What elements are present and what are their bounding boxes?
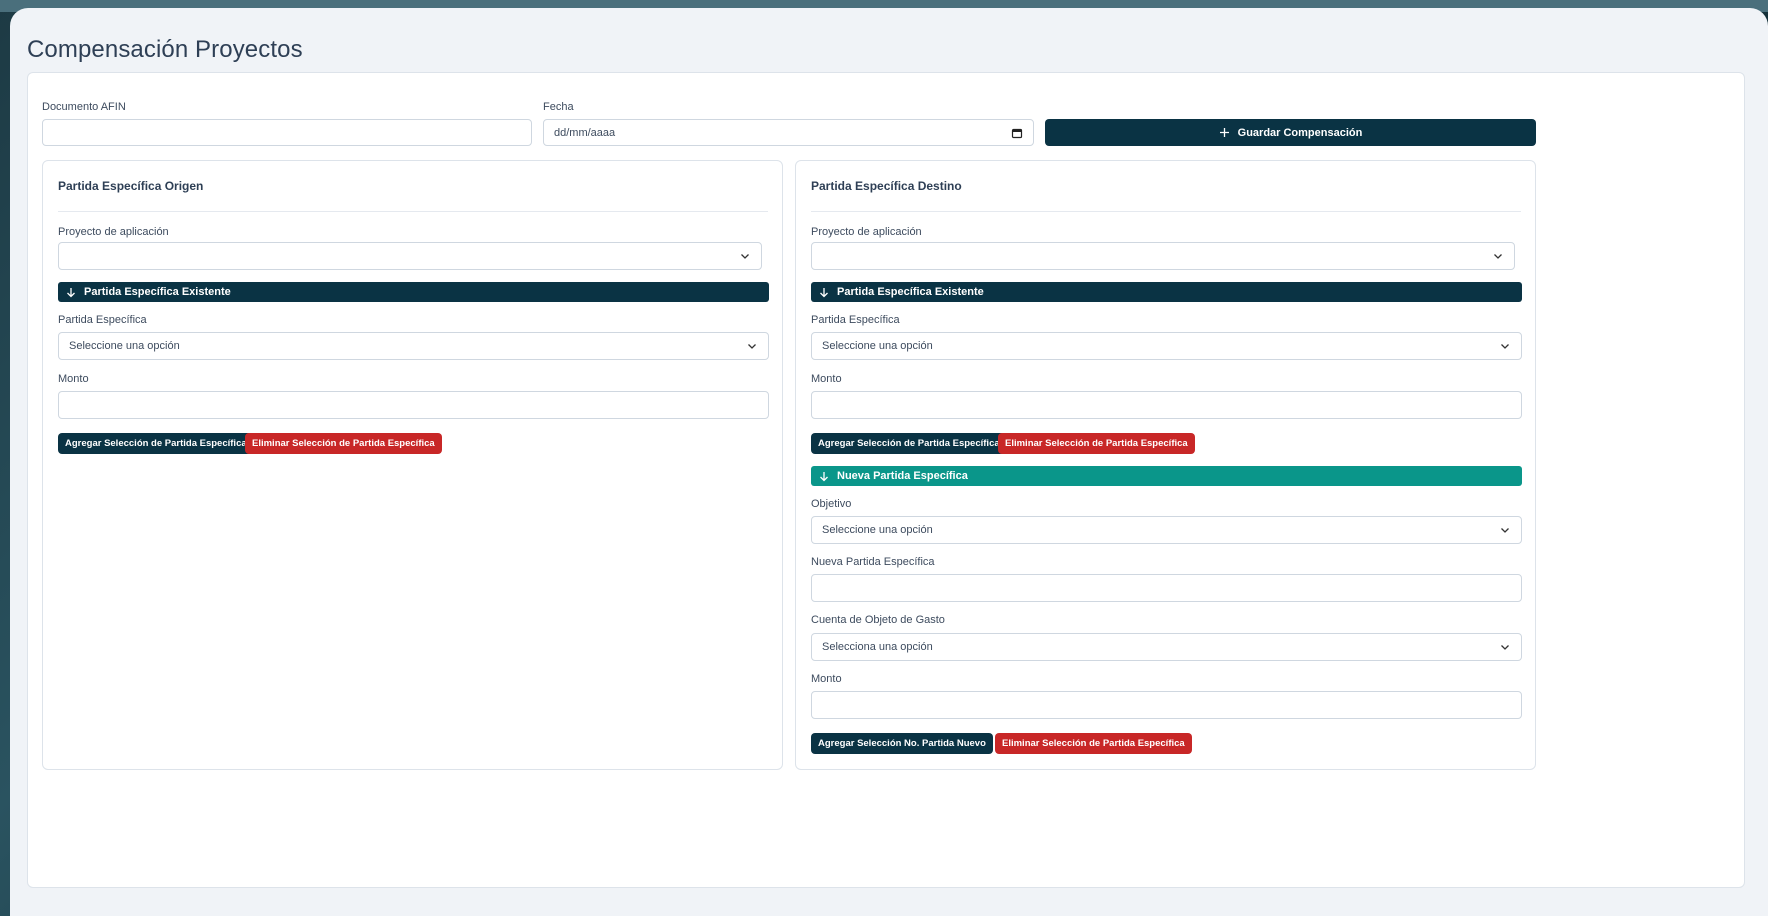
destino-partida-select[interactable]: Seleccione una opción: [811, 332, 1522, 360]
origen-panel: Partida Específica Origen Proyecto de ap…: [42, 160, 783, 770]
destino-nueva-partida-label: Nueva Partida Específica: [811, 556, 935, 568]
origen-partida-select[interactable]: Seleccione una opción: [58, 332, 769, 360]
chevron-down-icon: [748, 344, 756, 349]
destino-title: Partida Específica Destino: [811, 179, 962, 193]
origen-eliminar-button[interactable]: Eliminar Selección de Partida Específica: [245, 433, 442, 454]
destino-proyecto-select[interactable]: [811, 242, 1515, 270]
origen-existente-bar[interactable]: Partida Específica Existente: [58, 282, 769, 302]
documento-afin-label: Documento AFIN: [42, 101, 126, 113]
plus-icon: [1219, 128, 1229, 137]
arrow-down-icon: [67, 287, 75, 297]
origen-agregar-button[interactable]: Agregar Selección de Partida Específica: [58, 433, 254, 454]
chevron-down-icon: [1501, 528, 1509, 533]
destino-eliminar2-button[interactable]: Eliminar Selección de Partida Específica: [995, 733, 1192, 754]
chevron-down-icon: [741, 254, 749, 259]
destino-monto-input[interactable]: [811, 391, 1522, 419]
origen-monto-input[interactable]: [58, 391, 769, 419]
destino-objetivo-value: Seleccione una opción: [822, 524, 933, 536]
origen-partida-label: Partida Específica: [58, 314, 147, 326]
origen-existente-label: Partida Específica Existente: [84, 286, 231, 298]
guardar-compensacion-button[interactable]: Guardar Compensación: [1045, 119, 1536, 146]
destino-cuenta-value: Selecciona una opción: [822, 641, 933, 653]
destino-monto2-label: Monto: [811, 673, 842, 685]
arrow-down-icon: [820, 287, 828, 297]
documento-afin-input[interactable]: [42, 119, 532, 146]
destino-divider: [811, 211, 1521, 212]
destino-cuenta-label: Cuenta de Objeto de Gasto: [811, 614, 945, 626]
origen-divider: [58, 211, 768, 212]
chevron-down-icon: [1501, 344, 1509, 349]
page-title: Compensación Proyectos: [27, 36, 303, 63]
page-sheet: Compensación Proyectos Documento AFIN Fe…: [10, 8, 1768, 916]
fecha-placeholder: dd/mm/aaaa: [554, 126, 616, 139]
destino-objetivo-select[interactable]: Seleccione una opción: [811, 516, 1522, 544]
destino-cuenta-select[interactable]: Selecciona una opción: [811, 633, 1522, 661]
destino-nueva-bar[interactable]: Nueva Partida Específica: [811, 466, 1522, 486]
destino-eliminar-button[interactable]: Eliminar Selección de Partida Específica: [998, 433, 1195, 454]
destino-objetivo-label: Objetivo: [811, 498, 852, 510]
origen-proyecto-label: Proyecto de aplicación: [58, 226, 169, 238]
destino-nueva-label: Nueva Partida Específica: [837, 470, 968, 482]
calendar-icon[interactable]: [1011, 127, 1023, 139]
destino-partida-label: Partida Específica: [811, 314, 900, 326]
origen-title: Partida Específica Origen: [58, 179, 204, 193]
destino-partida-value: Seleccione una opción: [822, 340, 933, 352]
destino-monto2-input[interactable]: [811, 691, 1522, 719]
chevron-down-icon: [1501, 645, 1509, 650]
compensacion-form-card: Documento AFIN Fecha dd/mm/aaaa Guardar …: [27, 72, 1745, 888]
chevron-down-icon: [1494, 254, 1502, 259]
origen-proyecto-select[interactable]: [58, 242, 762, 270]
origen-partida-value: Seleccione una opción: [69, 340, 180, 352]
destino-proyecto-label: Proyecto de aplicación: [811, 226, 922, 238]
guardar-compensacion-label: Guardar Compensación: [1237, 126, 1363, 139]
fecha-label: Fecha: [543, 101, 574, 113]
destino-nueva-partida-input[interactable]: [811, 574, 1522, 602]
destino-existente-bar[interactable]: Partida Específica Existente: [811, 282, 1522, 302]
arrow-down-icon: [820, 471, 828, 481]
destino-monto-label: Monto: [811, 373, 842, 385]
destino-existente-label: Partida Específica Existente: [837, 286, 984, 298]
fecha-input[interactable]: dd/mm/aaaa: [543, 119, 1034, 146]
destino-agregar-button[interactable]: Agregar Selección de Partida Específica: [811, 433, 1007, 454]
destino-agregar-nuevo-button[interactable]: Agregar Selección No. Partida Nuevo: [811, 733, 993, 754]
destino-panel: Partida Específica Destino Proyecto de a…: [795, 160, 1536, 770]
origen-monto-label: Monto: [58, 373, 89, 385]
